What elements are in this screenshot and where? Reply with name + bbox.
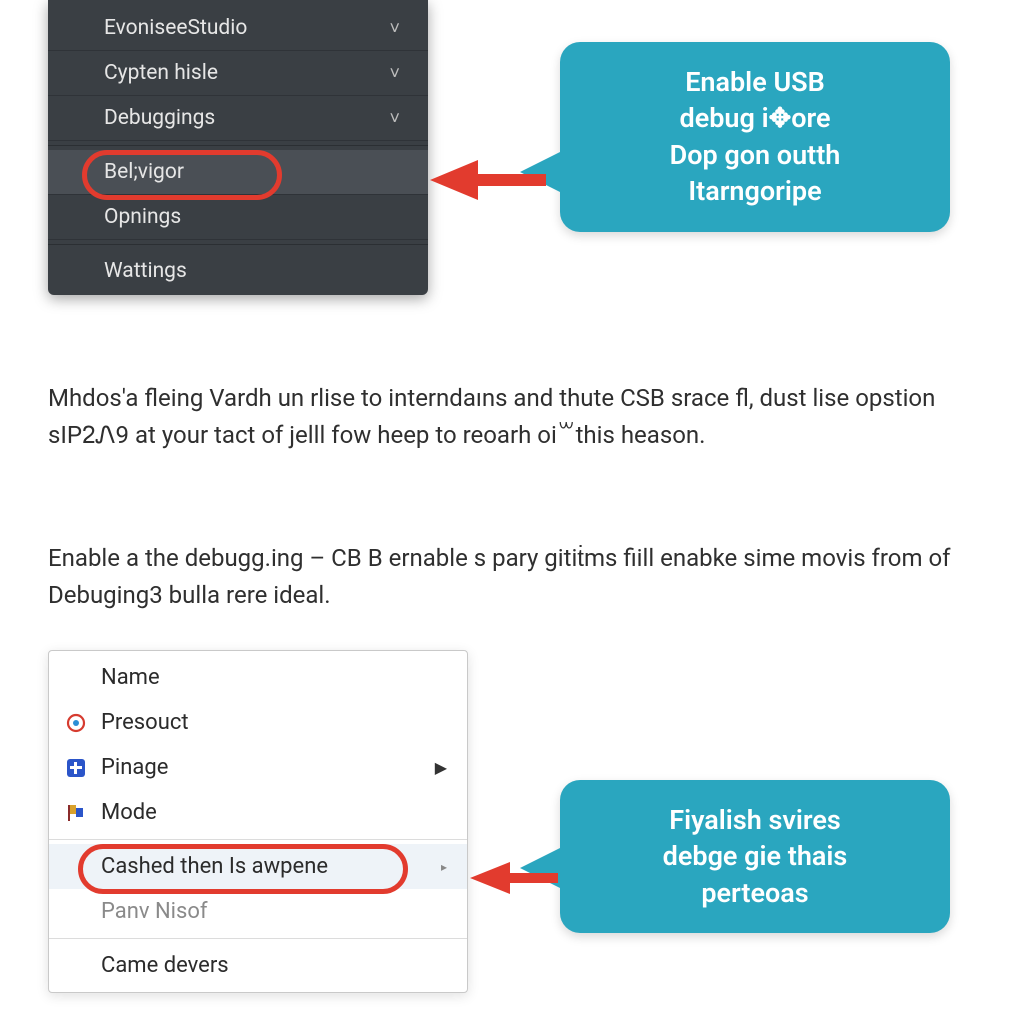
context-menu-header-label: Name [101,665,160,690]
menu-item-evonisee[interactable]: EvoniseeStudio ˅ [48,6,428,51]
callout-line: debge gie thais [586,838,924,874]
annotation-arrow-2 [470,862,510,894]
submenu-arrow-icon: ▸ [441,860,447,874]
callout-fiyalish: Fiyalish svires debge gie thais perteoas [560,780,950,933]
context-item-label: Mode [101,800,157,825]
context-menu-divider [49,839,467,840]
context-item-cashed[interactable]: Cashed then Is awpene ▸ [49,844,467,889]
flag-icon [65,802,87,824]
menu-item-label: Cypten hisle [104,61,218,85]
context-item-label: Panv Nisof [101,899,208,924]
chevron-down-icon: ˅ [389,18,400,39]
menu-item-wattings[interactable]: Wattings [48,249,428,293]
target-icon [65,712,87,734]
plus-icon [65,757,87,779]
callout-tail-icon [520,150,564,194]
callout-line: Itarngoripe [586,173,924,209]
callout-enable-usb: Enable USB debug i✥ore Dop gon outth Ita… [560,42,950,232]
menu-item-label: EvoniseeStudio [104,16,247,40]
context-menu-divider [49,938,467,939]
menu-item-debuggings[interactable]: Debuggings ˅ [48,96,428,141]
menu-separator [48,145,428,146]
callout-line: debug i✥ore [586,100,924,136]
menu-separator [48,244,428,245]
menu-item-opnings[interactable]: Opnings [48,195,428,240]
callout-line: Enable USB [586,64,924,100]
callout-line: Dop gon outth [586,137,924,173]
context-item-pinage[interactable]: Pinage ▶ [49,745,467,790]
body-paragraph-2: Enable a the debugg.ing – CB B ernable s… [48,540,968,614]
callout-line: Fiyalish svires [586,802,924,838]
context-item-came-devers[interactable]: Came devers [49,943,467,988]
menu-item-label: Debuggings [104,106,215,130]
context-item-label: Came devers [101,953,229,978]
chevron-down-icon: ˅ [389,108,400,129]
submenu-arrow-icon: ▶ [435,758,447,777]
context-menu: Name Presouct Pinage ▶ Mode [48,650,468,993]
callout-tail-icon [520,846,564,890]
menu-item-label: Bel;vigor [104,160,184,184]
menu-item-label: Opnings [104,205,181,229]
menu-item-label: Wattings [104,259,187,283]
context-item-mode[interactable]: Mode [49,790,467,835]
context-menu-header: Name [49,655,467,700]
blank-icon [65,901,87,923]
dark-settings-menu: EvoniseeStudio ˅ Cypten hisle ˅ Debuggin… [48,0,428,295]
chevron-down-icon: ˅ [389,63,400,84]
context-item-panv[interactable]: Panv Nisof [49,889,467,934]
menu-item-cypten[interactable]: Cypten hisle ˅ [48,51,428,96]
annotation-arrow-1 [430,160,478,200]
menu-item-belvigor[interactable]: Bel;vigor [48,150,428,195]
context-item-label: Cashed then Is awpene [101,854,328,879]
blank-icon [65,955,87,977]
blank-icon [65,856,87,878]
body-paragraph-1: Mhdos'a fleing Vardh un rlise to internd… [48,380,968,454]
callout-line: perteoas [586,875,924,911]
context-item-presouct[interactable]: Presouct [49,700,467,745]
context-item-label: Presouct [101,710,189,735]
context-item-label: Pinage [101,755,168,780]
